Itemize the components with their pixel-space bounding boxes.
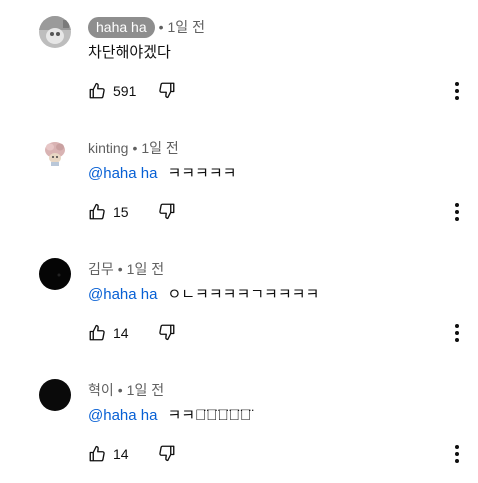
user-avatar[interactable] — [39, 258, 71, 290]
more-options-button[interactable] — [450, 443, 464, 465]
dislike-button[interactable] — [158, 323, 176, 341]
more-options-button[interactable] — [450, 201, 464, 223]
more-vertical-icon — [450, 201, 464, 223]
comment-text: @haha ha ㅇㄴㅋㅋㅋㅋㄱㅋㅋㅋㅋ — [88, 283, 319, 304]
comment-time: 1일 전 — [126, 261, 165, 277]
thumbs-up-icon — [88, 82, 106, 100]
more-options-button[interactable] — [450, 322, 464, 344]
comment-header: haha ha • 1일 전 — [88, 16, 205, 38]
comment-header: 김무 • 1일 전 — [88, 258, 164, 280]
meta-separator: • — [117, 261, 123, 277]
author-name[interactable]: kinting — [88, 140, 128, 156]
like-button[interactable]: 591 — [88, 82, 136, 100]
more-options-button[interactable] — [450, 80, 464, 102]
comment-time: 1일 전 — [167, 19, 205, 35]
comment-time: 1일 전 — [141, 140, 179, 156]
mention-link[interactable]: @haha ha — [88, 286, 157, 303]
author-name[interactable]: 김무 — [88, 259, 114, 279]
meta-separator: • — [158, 19, 164, 35]
user-avatar[interactable] — [39, 137, 71, 169]
like-count: 591 — [113, 83, 137, 99]
like-button[interactable]: 15 — [88, 203, 129, 221]
like-button[interactable]: 14 — [88, 324, 129, 342]
like-count: 14 — [113, 325, 129, 341]
comment-actions: 14 — [88, 443, 175, 465]
comment-header: kinting • 1일 전 — [88, 137, 179, 159]
comment-actions: 15 — [88, 201, 175, 223]
dislike-button[interactable] — [158, 444, 176, 462]
thumbs-down-icon — [158, 444, 176, 462]
like-button[interactable]: 14 — [88, 445, 129, 463]
comment-text: 차단해야겠다 — [88, 44, 171, 61]
more-vertical-icon — [450, 322, 464, 344]
user-avatar[interactable] — [39, 379, 71, 411]
like-count: 15 — [113, 204, 129, 220]
comment-item: haha ha • 1일 전 차단해야겠다 591 — [0, 0, 478, 120]
author-name[interactable]: haha ha — [88, 16, 155, 38]
thumbs-up-icon — [88, 445, 106, 463]
comment-time: 1일 전 — [126, 382, 165, 398]
meta-separator: • — [132, 140, 138, 156]
comment-message: ㅋㅋㅊ̈ㅊ̈ㅊ̈ㅊ̈ㅊ̈ — [167, 407, 252, 424]
comment-header: 혁이 • 1일 전 — [88, 379, 164, 401]
mention-link[interactable]: @haha ha — [88, 165, 157, 182]
meta-separator: • — [117, 382, 123, 398]
thumbs-down-icon — [158, 81, 176, 99]
comment-message: ㅋㅋㅋㅋㅋ — [167, 165, 237, 182]
comment-item: 혁이 • 1일 전 @haha ha ㅋㅋㅊ̈ㅊ̈ㅊ̈ㅊ̈ㅊ̈ 14 — [0, 363, 478, 483]
comment-actions: 14 — [88, 322, 175, 344]
more-vertical-icon — [450, 443, 464, 465]
thumbs-down-icon — [158, 202, 176, 220]
dislike-button[interactable] — [158, 202, 176, 220]
comment-item: kinting • 1일 전 @haha ha ㅋㅋㅋㅋㅋ 15 — [0, 121, 478, 241]
author-name[interactable]: 혁이 — [88, 380, 114, 400]
comment-actions: 591 — [88, 80, 175, 102]
like-count: 14 — [113, 446, 129, 462]
user-avatar[interactable] — [39, 16, 71, 48]
more-vertical-icon — [450, 80, 464, 102]
thumbs-down-icon — [158, 323, 176, 341]
thumbs-up-icon — [88, 324, 106, 342]
comment-text: @haha ha ㅋㅋㅊ̈ㅊ̈ㅊ̈ㅊ̈ㅊ̈ — [88, 404, 251, 425]
thumbs-up-icon — [88, 203, 106, 221]
mention-link[interactable]: @haha ha — [88, 407, 157, 424]
dislike-button[interactable] — [158, 81, 176, 99]
comment-item: 김무 • 1일 전 @haha ha ㅇㄴㅋㅋㅋㅋㄱㅋㅋㅋㅋ 14 — [0, 242, 478, 362]
comment-message: ㅇㄴㅋㅋㅋㅋㄱㅋㅋㅋㅋ — [167, 286, 320, 303]
comment-text: @haha ha ㅋㅋㅋㅋㅋ — [88, 162, 236, 183]
